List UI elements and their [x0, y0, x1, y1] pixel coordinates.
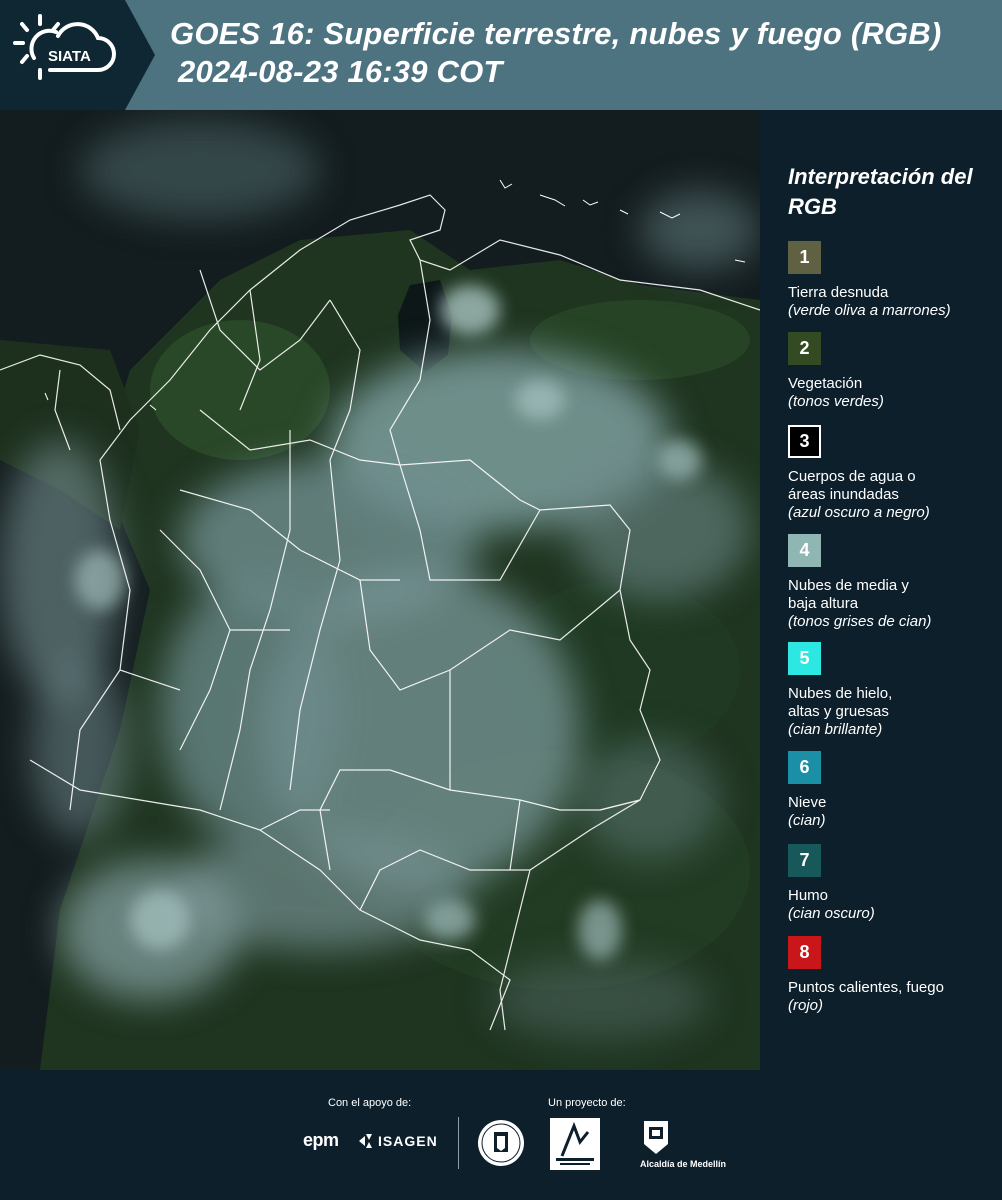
isagen-logo: ISAGEN — [378, 1133, 438, 1149]
legend-swatch: 5 — [788, 642, 821, 675]
legend-item: 5 Nubes de hielo, altas y gruesas (cian br… — [788, 642, 998, 739]
legend-label: Tierra desnuda — [788, 284, 889, 301]
legend-label: Nubes de media y baja altura — [788, 577, 909, 612]
legend-note: (rojo) — [788, 997, 824, 1014]
legend-item: 4 Nubes de media y baja altura (tonos gris… — [788, 534, 998, 631]
legend-label: Cuerpos de agua o áreas inundadas — [788, 468, 916, 503]
map-timestamp: 2024-08-23 16:39 COT — [178, 54, 503, 89]
siata-logo: SIATA — [13, 14, 116, 80]
legend-swatch: 8 — [788, 936, 821, 969]
medellin-seal-icon — [644, 1121, 668, 1154]
legend-item: 2 Vegetación (tonos verdes) — [788, 332, 998, 411]
siata-logo-text: SIATA — [48, 48, 91, 65]
legend-item: 3 Cuerpos de agua o áreas inundadas (azul … — [788, 425, 998, 522]
legend-swatch: 4 — [788, 534, 821, 567]
legend-panel: Interpretación del RGB 1 Tierra desnuda (v… — [760, 110, 1002, 1070]
legend-swatch: 1 — [788, 241, 821, 274]
header-bar: SIATA GOES 16: Superficie terrestre, nub… — [0, 0, 1002, 110]
legend-item: 8 Puntos calientes, fuego (rojo) — [788, 936, 998, 1015]
siata-logo-block: SIATA — [0, 0, 155, 110]
legend-label: Nieve — [788, 794, 827, 811]
university-seal-icon — [478, 1120, 524, 1166]
legend-swatch: 3 — [788, 425, 821, 458]
footer: Con el apoyo de: Un proyecto de: epm ISA… — [0, 1070, 1002, 1200]
support-caption: Con el apoyo de: — [328, 1097, 412, 1109]
legend-label: Humo — [788, 887, 829, 904]
epm-logo: epm — [303, 1130, 339, 1150]
legend-item: 7 Humo (cian oscuro) — [788, 844, 998, 923]
legend-item: 1 Tierra desnuda (verde oliva a marrones) — [788, 241, 998, 320]
legend-label: Vegetación — [788, 375, 863, 392]
medellin-caption: Alcaldía de Medellín — [640, 1159, 727, 1169]
legend-note: (azul oscuro a negro) — [788, 504, 930, 521]
legend-label: Puntos calientes, fuego — [788, 979, 944, 996]
area-metropolitana-logo — [550, 1118, 600, 1170]
legend-note: (cian brillante) — [788, 721, 883, 738]
map-title: GOES 16: Superficie terrestre, nubes y f… — [170, 16, 942, 51]
legend-note: (tonos grises de cian) — [788, 613, 932, 630]
footer-divider — [458, 1117, 459, 1169]
legend-swatch: 7 — [788, 844, 821, 877]
legend-swatch: 2 — [788, 332, 821, 365]
legend-note: (cian) — [788, 812, 826, 829]
legend-title: Interpretación del RGB — [788, 164, 973, 219]
legend-item: 6 Nieve (cian) — [788, 751, 998, 830]
satellite-map — [0, 110, 760, 1070]
legend-label: Nubes de hielo, altas y gruesas — [788, 685, 893, 720]
legend-note: (cian oscuro) — [788, 905, 875, 922]
project-caption: Un proyecto de: — [548, 1097, 626, 1109]
legend-note: (verde oliva a marrones) — [788, 302, 951, 319]
legend-swatch: 6 — [788, 751, 821, 784]
isagen-mark-icon — [359, 1134, 372, 1148]
legend-note: (tonos verdes) — [788, 393, 884, 410]
